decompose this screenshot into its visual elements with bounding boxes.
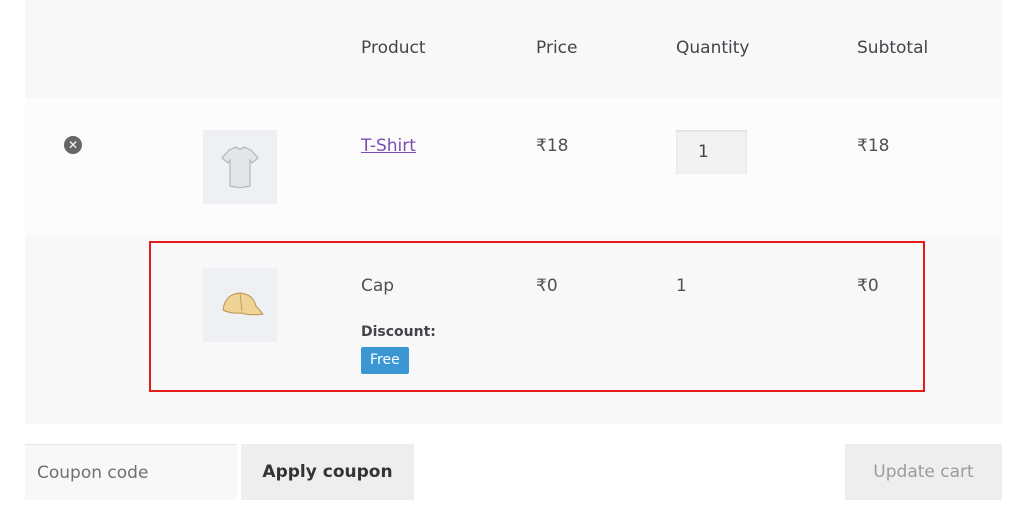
price-tshirt: ₹18 xyxy=(536,136,569,156)
cart-row-tshirt: ✕ T-Shirt ₹18 1 ₹18 xyxy=(25,98,1002,236)
quantity-input-tshirt[interactable]: 1 xyxy=(676,130,747,174)
header-product: Product xyxy=(361,38,426,58)
subtotal-tshirt: ₹18 xyxy=(857,136,890,156)
update-cart-button[interactable]: Update cart xyxy=(845,444,1002,500)
remove-circle-icon[interactable]: ✕ xyxy=(64,136,82,154)
header-subtotal: Subtotal xyxy=(857,38,929,58)
cart-table-header: Product Price Quantity Subtotal xyxy=(25,0,1002,98)
header-price: Price xyxy=(536,38,578,58)
header-quantity: Quantity xyxy=(676,38,750,58)
tshirt-thumbnail[interactable] xyxy=(203,130,277,204)
highlight-box xyxy=(149,241,925,392)
coupon-code-input[interactable]: Coupon code xyxy=(25,444,237,500)
apply-coupon-button[interactable]: Apply coupon xyxy=(241,444,414,500)
product-link-tshirt[interactable]: T-Shirt xyxy=(361,136,416,156)
tshirt-icon xyxy=(221,146,259,188)
